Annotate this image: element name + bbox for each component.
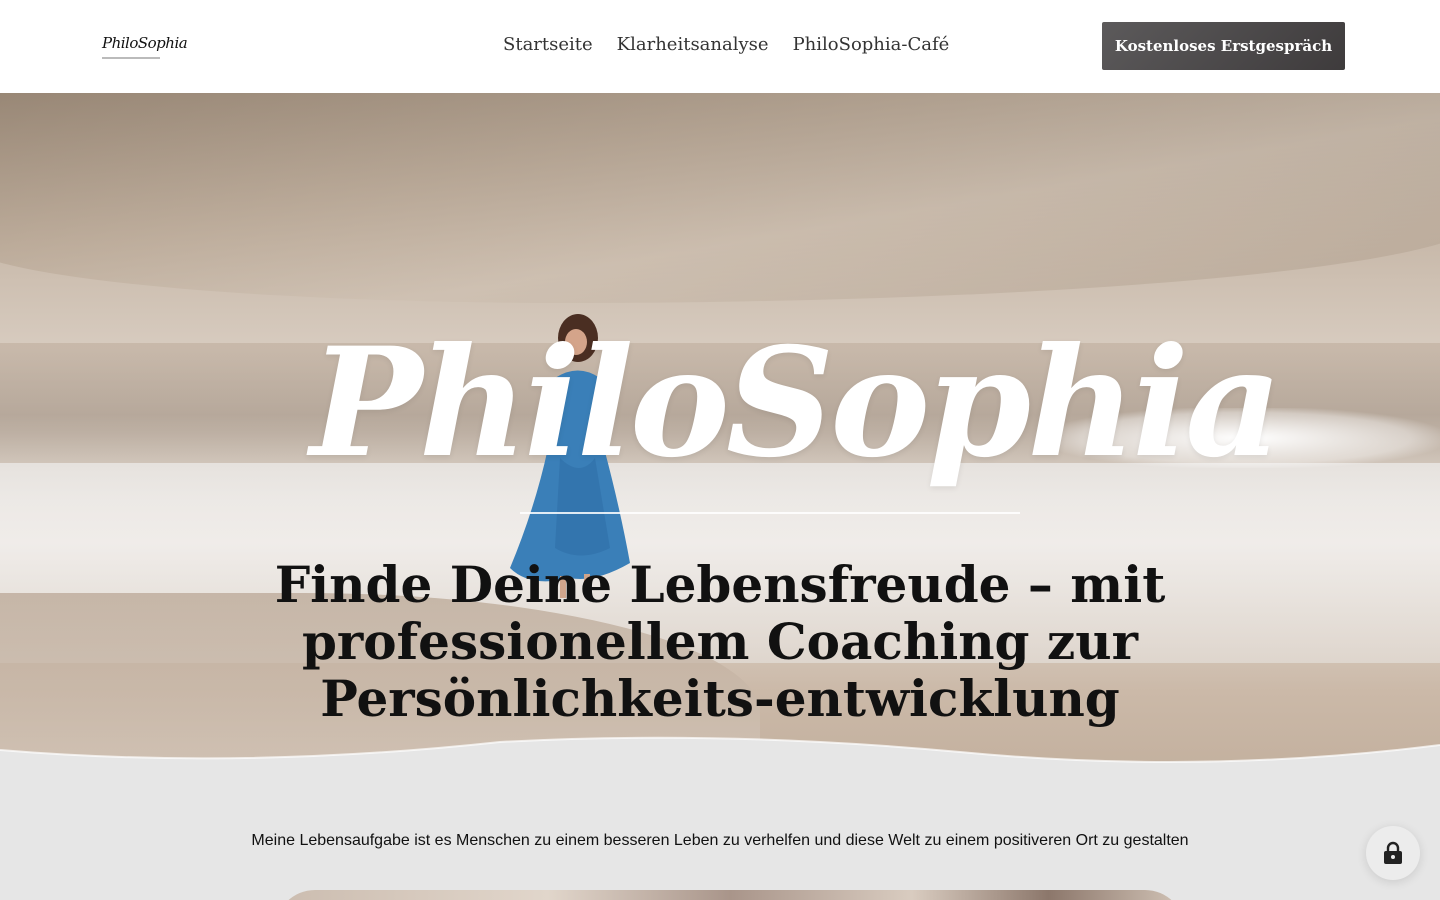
hero-background-cliff bbox=[0, 93, 1440, 303]
hero-headline: Finde Deine Lebensfreude – mit professio… bbox=[274, 555, 1166, 728]
hero-divider bbox=[520, 512, 1020, 514]
logo-underline bbox=[102, 57, 160, 59]
nav-item-startseite[interactable]: Startseite bbox=[503, 30, 593, 60]
nav-item-klarheitsanalyse[interactable]: Klarheitsanalyse bbox=[617, 30, 769, 60]
free-consultation-button[interactable]: Kostenloses Erstgespräch bbox=[1102, 22, 1345, 70]
lock-icon bbox=[1384, 841, 1402, 864]
hero-wave-divider bbox=[0, 736, 1440, 780]
main-nav: Startseite Klarheitsanalyse PhiloSophia-… bbox=[503, 30, 949, 60]
nav-item-philosophia-cafe[interactable]: PhiloSophia-Café bbox=[793, 30, 950, 60]
mission-tagline: Meine Lebensaufgabe ist es Menschen zu e… bbox=[251, 832, 1189, 849]
content-preview-image bbox=[275, 890, 1185, 900]
hero-script-logo: PhiloSophia bbox=[310, 315, 1282, 491]
logo-text: PhiloSophia bbox=[102, 34, 188, 52]
site-logo[interactable]: PhiloSophia bbox=[102, 30, 188, 64]
privacy-settings-button[interactable] bbox=[1366, 826, 1420, 880]
hero-section: PhiloSophia Finde Deine Lebensfreude – m… bbox=[0, 93, 1440, 773]
site-header: PhiloSophia Startseite Klarheitsanalyse … bbox=[0, 0, 1440, 93]
